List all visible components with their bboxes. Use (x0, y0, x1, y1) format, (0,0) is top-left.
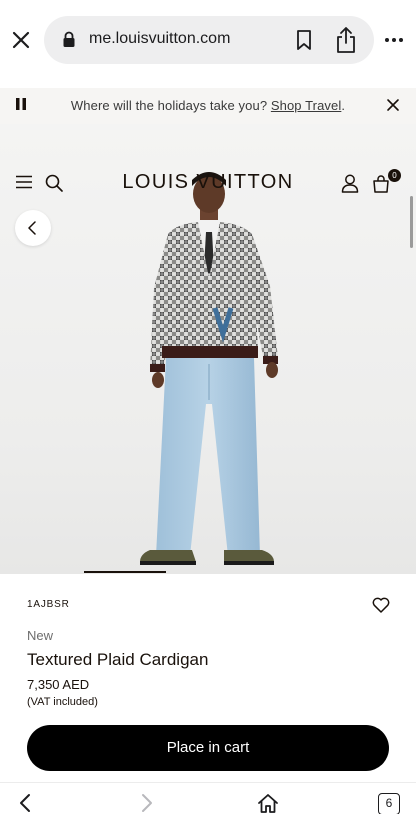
lock-icon (63, 31, 75, 47)
more-icon[interactable] (384, 36, 404, 44)
heart-icon[interactable] (372, 597, 390, 613)
url-field[interactable]: me.louisvuitton.com (44, 16, 374, 64)
page-scrollbar[interactable] (410, 196, 413, 248)
gallery-progress-indicator (84, 571, 166, 573)
chevron-left-icon[interactable] (18, 793, 32, 813)
bookmark-icon[interactable] (295, 29, 313, 51)
browser-toolbar: 6 (0, 782, 416, 814)
close-icon[interactable] (386, 98, 400, 112)
product-gallery[interactable]: LOUIS VUITTON 0 (0, 124, 416, 574)
announcement-message: Where will the holidays take you? (70, 98, 268, 113)
share-icon[interactable] (335, 26, 357, 54)
announcement-banner: Where will the holidays take you? Shop T… (0, 88, 416, 124)
browser-address-bar: me.louisvuitton.com (0, 0, 416, 84)
bag-count-badge: 0 (388, 169, 401, 182)
product-sku: 1AJBSR (27, 599, 70, 610)
close-icon[interactable] (10, 29, 32, 51)
announcement-text: Where will the holidays take you? Shop T… (0, 98, 416, 113)
tabs-button[interactable]: 6 (378, 793, 400, 814)
vat-note: (VAT included) (27, 696, 98, 708)
chevron-right-icon[interactable] (140, 793, 154, 813)
account-icon[interactable] (341, 174, 359, 193)
home-icon[interactable] (257, 793, 279, 813)
product-new-tag: New (27, 628, 54, 643)
product-price: 7,350 AED (27, 677, 90, 692)
chevron-left-icon (28, 221, 36, 235)
announcement-suffix: . (341, 98, 346, 113)
place-in-cart-button[interactable]: Place in cart (27, 725, 389, 771)
product-title: Textured Plaid Cardigan (27, 650, 209, 669)
product-photo (140, 172, 278, 565)
shop-travel-link[interactable]: Shop Travel (271, 98, 341, 113)
url-text: me.louisvuitton.com (89, 30, 231, 47)
back-button[interactable] (15, 210, 51, 246)
